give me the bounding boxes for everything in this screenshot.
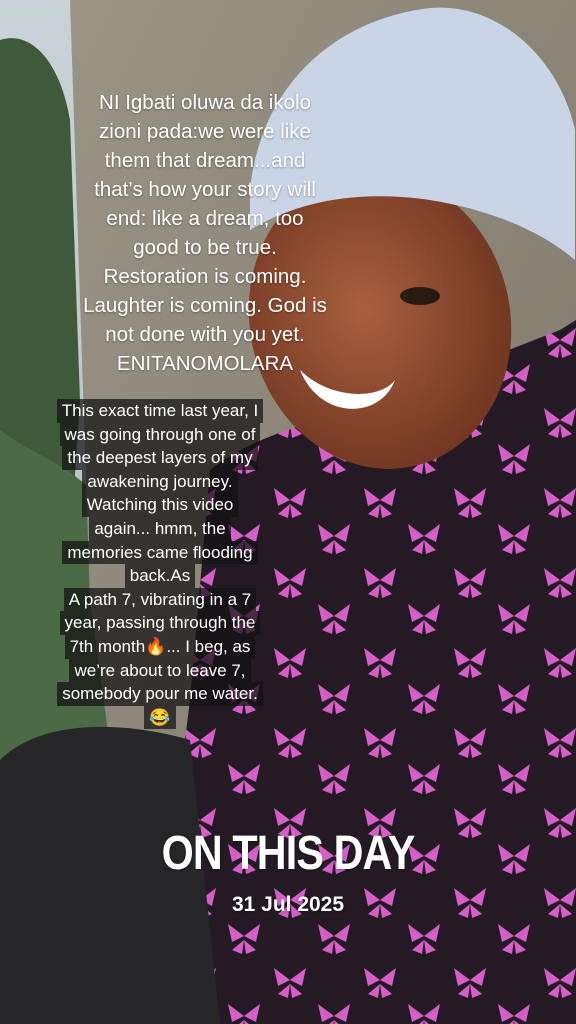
caption-line: the deepest layers of my bbox=[62, 446, 258, 470]
caption-line: again... hmm, the bbox=[89, 516, 231, 541]
overlay-line: ENITANOMOLARA bbox=[116, 352, 294, 375]
caption-line: was going through one of bbox=[59, 422, 261, 447]
overlay-line: zioni pada:we were like bbox=[99, 120, 311, 143]
overlay-line: them that dream...and bbox=[104, 149, 306, 172]
overlay-message: NI Igbati oluwa da ikolo zioni pada:we w… bbox=[40, 88, 370, 378]
memory-date: 31 Jul 2025 bbox=[231, 893, 345, 916]
caption-line: year, passing through the bbox=[59, 611, 261, 635]
caption-line: This exact time last year, I bbox=[56, 399, 264, 423]
on-this-day-title: ON THIS DAY bbox=[161, 827, 416, 880]
overlay-line: Laughter is coming. God is bbox=[83, 294, 327, 317]
caption-emoji: 😂 bbox=[144, 705, 176, 730]
overlay-line: not done with you yet. bbox=[105, 323, 305, 346]
caption-line: awakening journey. bbox=[82, 469, 238, 494]
caption-line: A path 7, vibrating in a 7 bbox=[63, 587, 257, 612]
overlay-line: that’s how your story will bbox=[94, 178, 316, 201]
caption-line: Watching this video bbox=[81, 493, 239, 517]
caption-line: 7th month🔥... I beg, as bbox=[64, 634, 256, 659]
caption-line: back.As bbox=[124, 564, 196, 588]
overlay-line: NI Igbati oluwa da ikolo bbox=[99, 91, 311, 114]
caption-line: somebody pour me water. bbox=[57, 682, 263, 706]
caption-line: memories came flooding bbox=[62, 540, 258, 565]
memory-caption: This exact time last year, I was going t… bbox=[34, 399, 286, 730]
overlay-line: good to be true. bbox=[133, 236, 277, 259]
overlay-line: Restoration is coming. bbox=[103, 265, 307, 288]
overlay-line: end: like a dream, too bbox=[106, 207, 304, 230]
caption-line: we’re about to leave 7, bbox=[69, 658, 251, 683]
